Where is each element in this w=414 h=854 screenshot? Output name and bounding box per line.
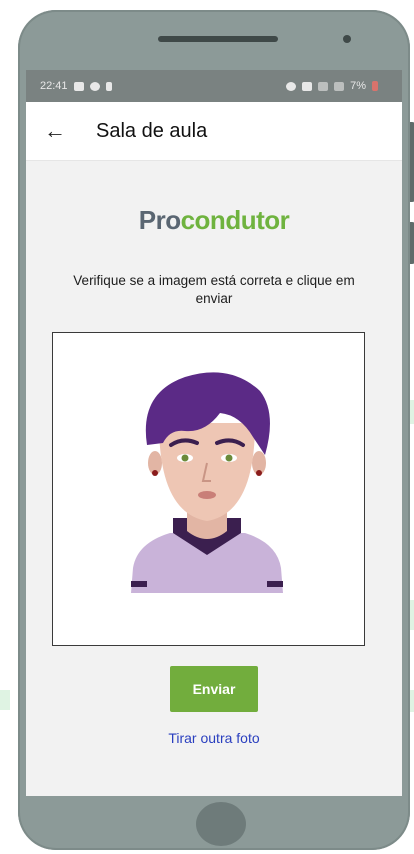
speaker-grille (158, 36, 278, 42)
arrow-left-icon[interactable]: ← (32, 118, 78, 144)
battery-percent: 7% (350, 80, 366, 92)
page-title: Sala de aula (96, 119, 208, 142)
app-bar: ← Sala de aula (26, 102, 402, 161)
home-button[interactable] (196, 802, 246, 846)
app-notification-icon (89, 81, 100, 91)
phone-frame: 22:41 7% ← Sala de aula Procondutor Veri… (18, 10, 414, 850)
signal-icon (334, 81, 345, 91)
instruction-text: Verifique se a imagem está correta e cli… (73, 273, 355, 306)
side-button (410, 222, 414, 264)
status-time: 22:41 (40, 80, 68, 92)
decor-mark (0, 690, 10, 710)
battery-icon (372, 81, 378, 91)
download-icon (105, 81, 112, 91)
send-button[interactable]: Enviar (170, 666, 258, 712)
main-content: Procondutor Verifique se a imagem está c… (26, 205, 402, 746)
alarm-icon (286, 81, 297, 91)
retake-photo-link[interactable]: Tirar outra foto (26, 730, 402, 746)
mute-icon (302, 81, 313, 91)
photo-preview (52, 332, 365, 646)
image-notification-icon (73, 81, 84, 91)
status-bar: 22:41 7% (26, 70, 402, 102)
wifi-icon (318, 81, 329, 91)
procondutor-logo: Procondutor (138, 205, 290, 235)
avatar-illustration (131, 372, 283, 593)
phone-screen: 22:41 7% ← Sala de aula Procondutor Veri… (26, 70, 402, 796)
front-camera (343, 35, 351, 43)
side-button (410, 122, 414, 202)
